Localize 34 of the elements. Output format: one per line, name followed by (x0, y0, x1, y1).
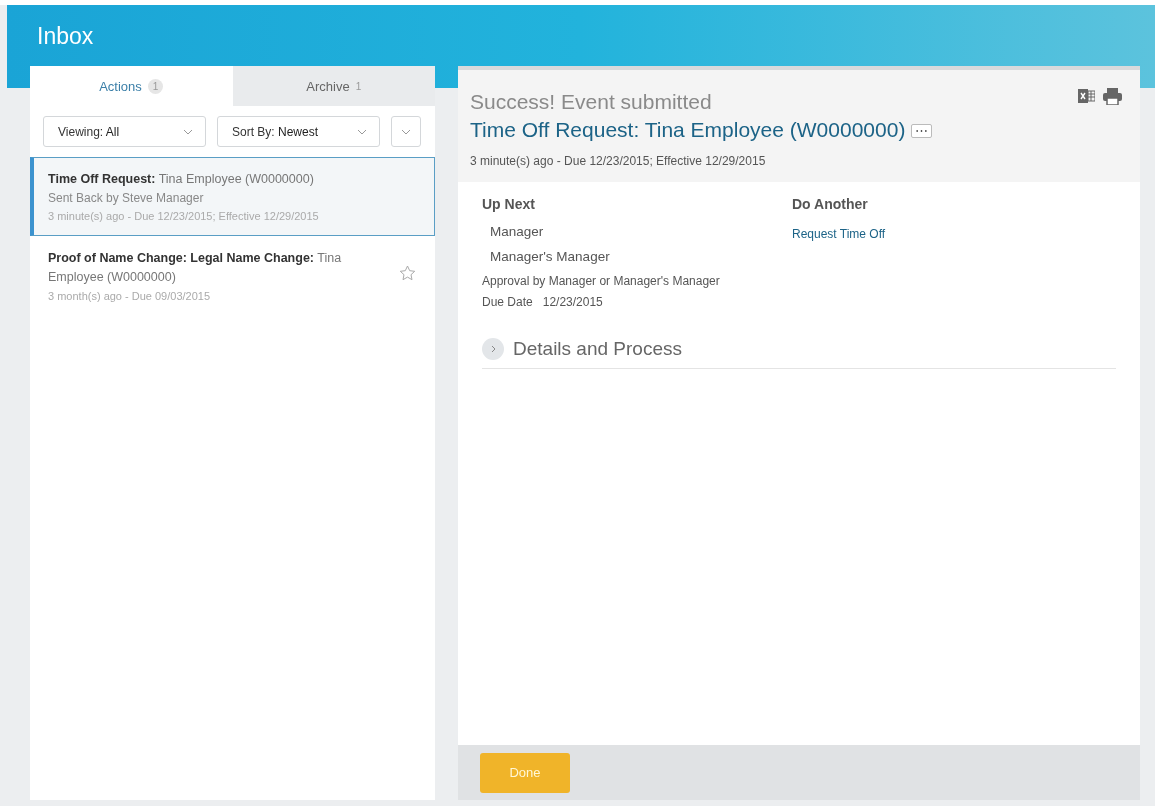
print-icon[interactable] (1103, 88, 1122, 105)
expand-toggle-icon[interactable] (482, 338, 504, 360)
inbox-item[interactable]: Proof of Name Change: Legal Name Change: Tina Employee (W0000000) 3 month(s) ago - Due 09/03/2015 (30, 236, 435, 316)
status-text: Success! Event submitted (470, 90, 712, 113)
approver-text: Manager (490, 224, 545, 239)
inbox-item[interactable]: Time Off Request: Tina Employee (W0000000) Sent Back by Steve Manager 3 minute(s) ago - Due 12/23/2015; Effective 12/29/2015 (30, 157, 435, 236)
expand-button[interactable] (391, 116, 421, 147)
item-title: Proof of Name Change: Legal Name Change: Tina Employee (W0000000) (48, 250, 343, 286)
filter-dropdown[interactable]: Sort By: Newest (217, 116, 380, 147)
due-date-label: Due Date (482, 295, 533, 309)
event-meta: 3 minute(s) ago - Due 12/23/2015; Effective 12/29/2015 (470, 154, 767, 168)
section-heading: Do Another (792, 196, 869, 212)
section-title[interactable]: Details and Process (513, 338, 682, 360)
item-title: Time Off Request: Tina Employee (W0000000) (48, 171, 315, 188)
chevron-down-icon (401, 128, 411, 135)
more-button[interactable]: ⋯ (911, 124, 933, 139)
spreadsheet-icon[interactable] (1078, 88, 1095, 104)
chevron-down-icon (183, 128, 193, 135)
item-meta: 3 minute(s) ago - Due 12/23/2015; Effective 12/29/2015 (48, 209, 320, 224)
section-heading: Up Next (482, 196, 536, 212)
approval-text: Approval by Manager or Manager's Manager (482, 274, 721, 288)
count-badge: 1 (147, 78, 164, 94)
event-link[interactable]: Time Off Request: Tina Employee (W0000000) (470, 118, 906, 141)
count-label: 1 (355, 80, 362, 92)
page-title: Inbox (37, 23, 94, 50)
filter-dropdown[interactable]: Viewing: All (43, 116, 206, 147)
approver-text: Manager's Manager (490, 249, 611, 264)
chevron-down-icon (357, 128, 367, 135)
due-date-value: 12/23/2015 (542, 295, 603, 309)
item-subtitle: Sent Back by Steve Manager (48, 190, 205, 207)
item-meta: 3 month(s) ago - Due 09/03/2015 (48, 289, 212, 304)
star-icon[interactable] (399, 265, 416, 281)
action-link[interactable]: Request Time Off (792, 227, 886, 241)
tab[interactable]: Archive 1 (232, 66, 435, 106)
